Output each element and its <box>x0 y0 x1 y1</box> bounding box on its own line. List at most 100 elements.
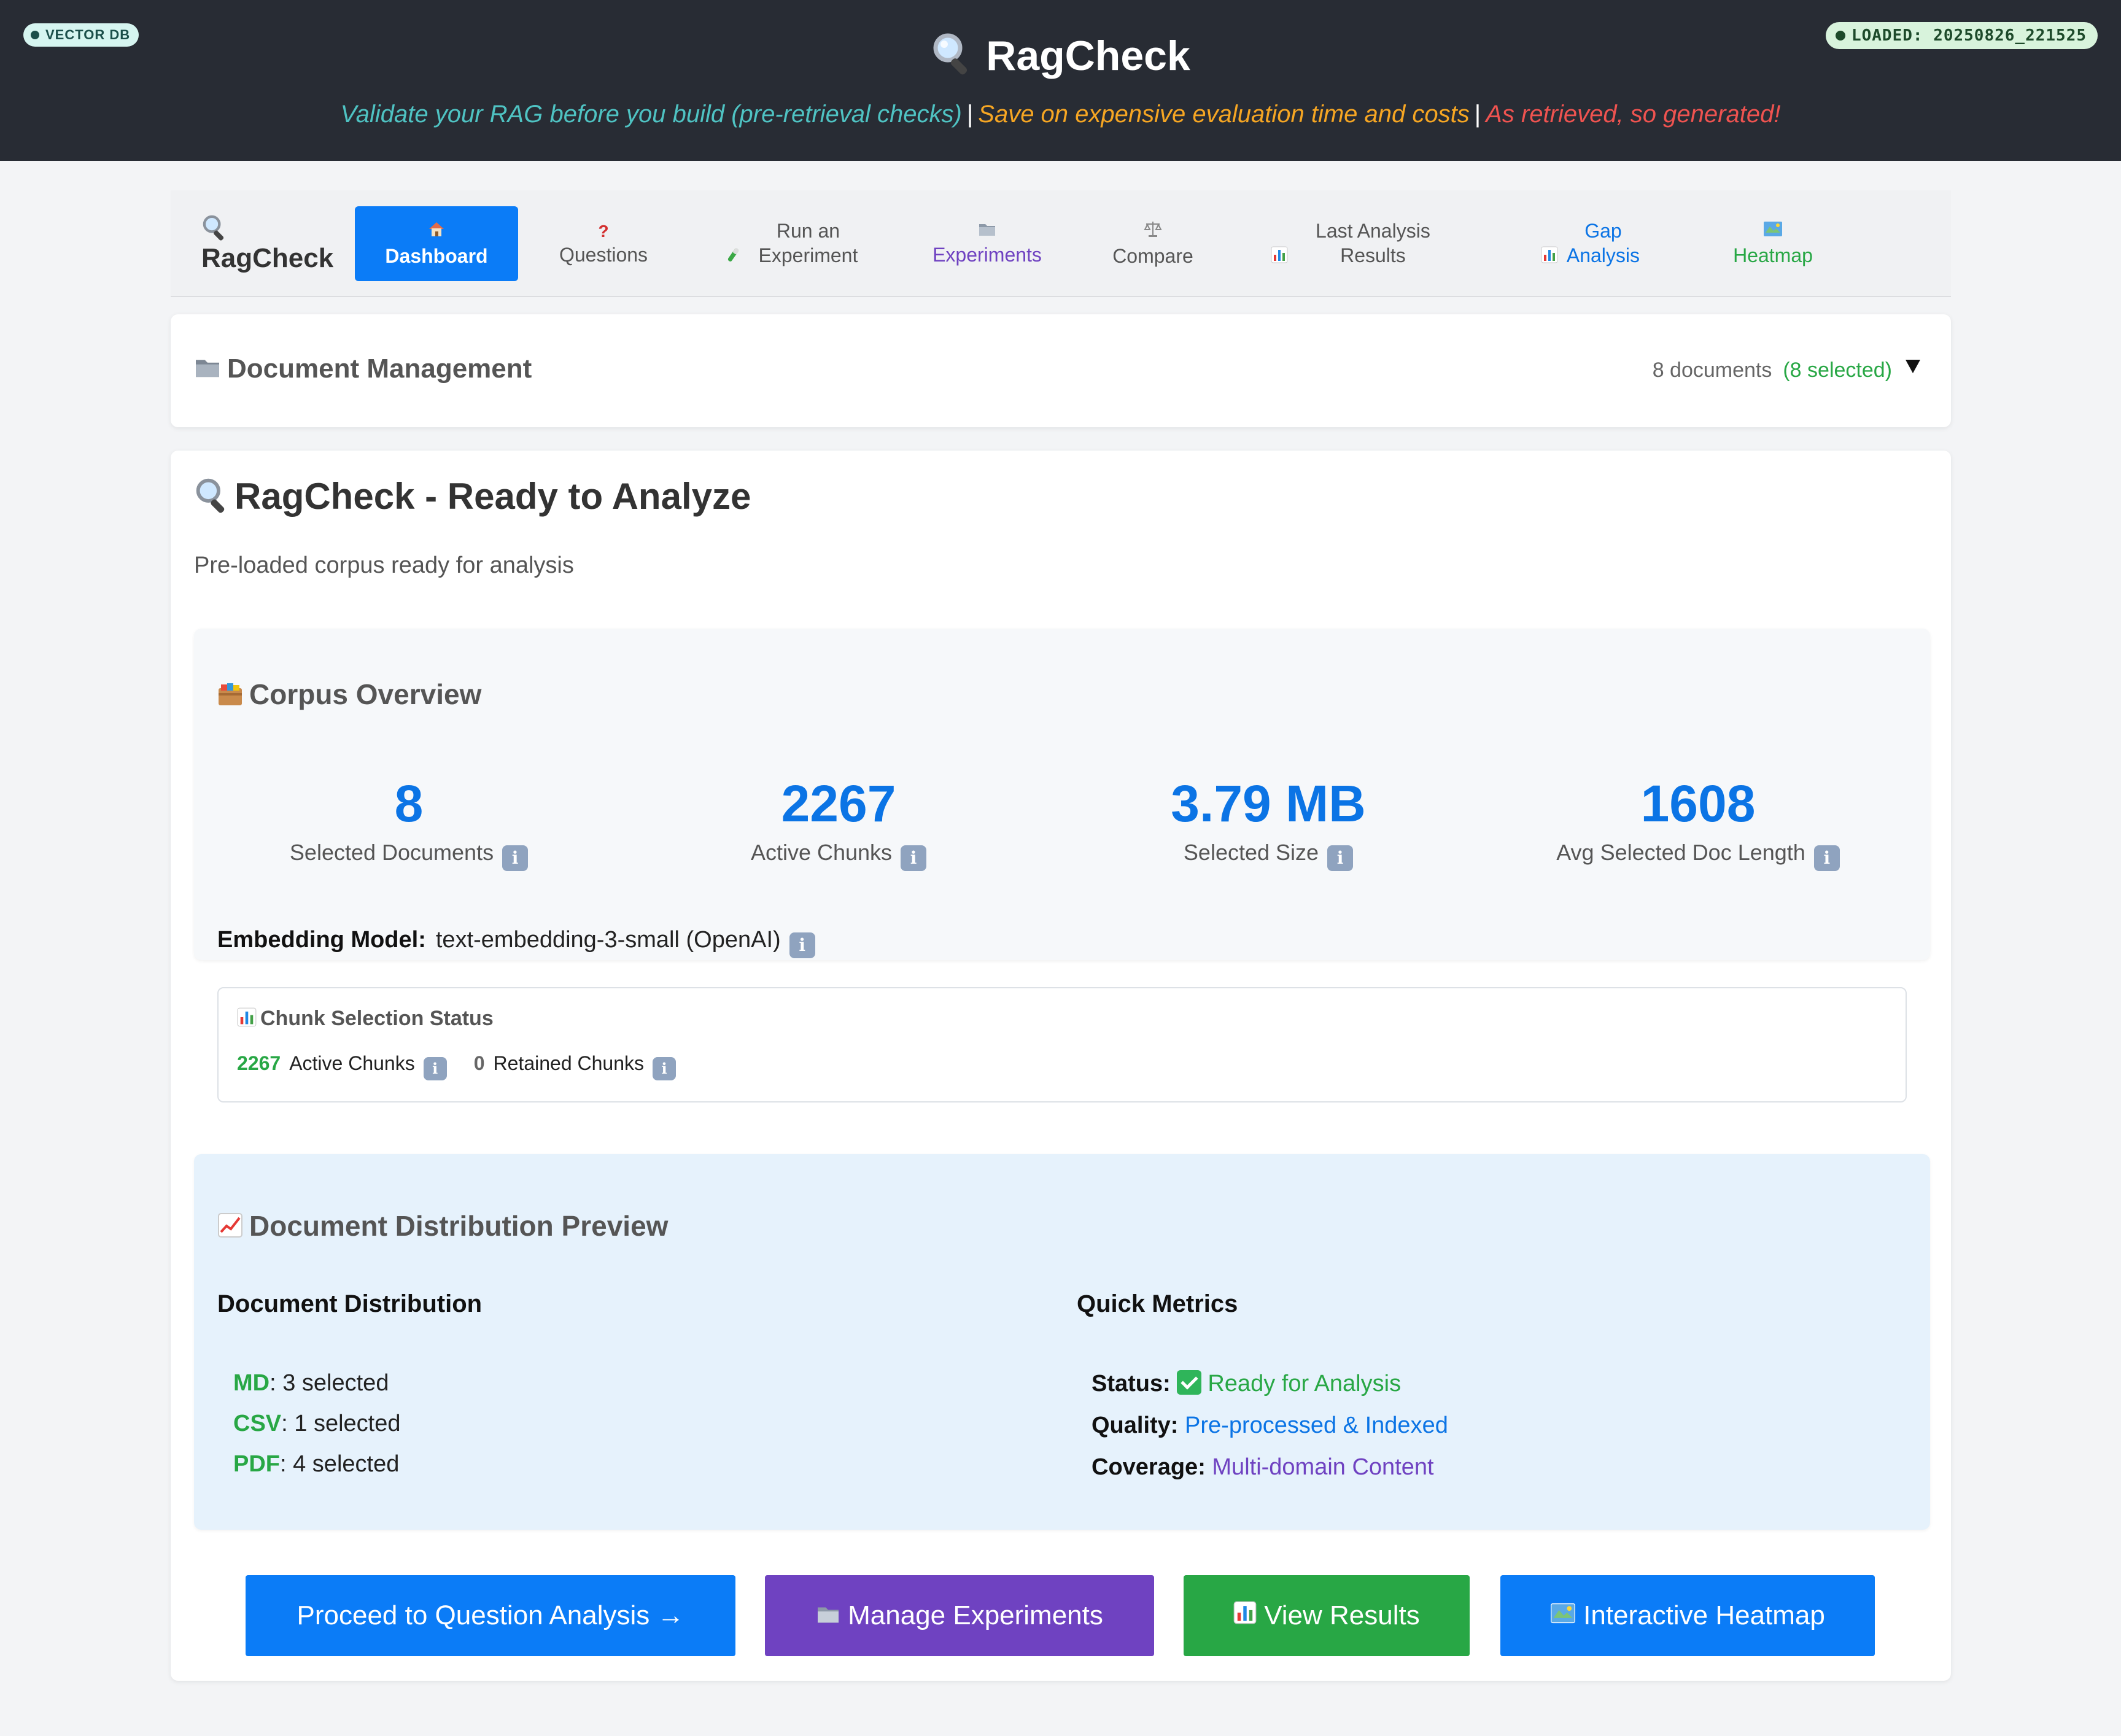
active-chunks-label: Active Chunks <box>289 1052 415 1074</box>
stat-label-text: Selected Documents <box>289 840 494 865</box>
metric-status-label: Status: <box>1092 1371 1171 1397</box>
tagline-part3: As retrieved, so generated! <box>1486 101 1781 128</box>
info-icon[interactable]: i <box>653 1057 676 1080</box>
expand-toggle-icon[interactable] <box>1899 352 1926 379</box>
nav-dashboard[interactable]: Dashboard <box>355 206 518 281</box>
bar-chart-icon <box>1541 244 1558 269</box>
check-mark-icon <box>1177 1370 1202 1395</box>
info-icon[interactable]: i <box>1813 845 1840 871</box>
app-header: VECTOR DB RagCheck LOADED: 20250826_2215… <box>0 0 2121 161</box>
document-distribution-heading: Document Distribution <box>217 1290 483 1317</box>
document-type-list: MD: 3 selected CSV: 1 selected PDF: 4 se… <box>233 1363 400 1484</box>
list-item: Quality: Pre-processed & Indexed <box>1092 1405 1448 1446</box>
embedding-model-value: text-embedding-3-small (OpenAI) <box>435 927 781 953</box>
tagline-part1: Validate your RAG before you build (pre-… <box>340 101 962 128</box>
nav-run-experiment-text: Run an Experiment <box>758 219 858 266</box>
list-item: Status: Ready for Analysis <box>1092 1363 1448 1405</box>
stat-value: 8 <box>394 775 424 832</box>
corpus-overview: Corpus Overview 8 Selected Documents i 22… <box>194 629 1930 1102</box>
embedding-model-label: Embedding Model: <box>217 927 426 953</box>
list-item: Coverage: Multi-domain Content <box>1092 1446 1448 1488</box>
nav-experiments[interactable]: Experiments <box>907 206 1067 281</box>
doc-type-md: MD <box>233 1370 270 1396</box>
manage-experiments-label: Manage Experiments <box>848 1600 1103 1630</box>
list-item: CSV: 1 selected <box>233 1403 400 1444</box>
stat-label: Selected Size i <box>1053 840 1483 871</box>
loaded-badge-label: LOADED: 20250826_221525 <box>1851 26 2087 45</box>
stat-avg-doc-length: 1608 Avg Selected Doc Length i <box>1483 776 1913 871</box>
distribution-preview-title: Document Distribution Preview <box>217 1209 668 1245</box>
nav-last-analysis-label: Last Analysis Results <box>1271 219 1453 269</box>
app-title: RagCheck <box>0 31 2121 85</box>
document-management-title-text: Document Management <box>227 354 532 384</box>
tagline-separator: | <box>966 101 974 128</box>
metric-quality-label: Quality: <box>1092 1412 1179 1438</box>
bar-chart-icon <box>237 1007 257 1033</box>
status-dot-icon <box>1835 31 1845 41</box>
main-title-text: RagCheck - Ready to Analyze <box>235 476 751 517</box>
chunk-selection-status: Chunk Selection Status 2267 Active Chunks… <box>217 987 1907 1102</box>
nav-last-analysis[interactable]: Last Analysis Results <box>1239 206 1484 281</box>
document-distribution-preview: Document Distribution Preview Document D… <box>194 1154 1930 1530</box>
scales-icon <box>1143 220 1163 244</box>
metric-status-value: Ready for Analysis <box>1208 1371 1402 1397</box>
info-icon[interactable]: i <box>1327 845 1354 871</box>
view-results-button[interactable]: View Results <box>1184 1575 1470 1656</box>
stat-selected-size: 3.79 MB Selected Size i <box>1053 776 1483 871</box>
manage-experiments-button[interactable]: Manage Experiments <box>765 1575 1154 1656</box>
nav-compare[interactable]: Compare <box>1085 206 1220 281</box>
main-title: RagCheck - Ready to Analyze <box>194 475 751 522</box>
stat-label-text: Selected Size <box>1183 840 1319 865</box>
doc-type-csv: CSV <box>233 1411 282 1436</box>
chunk-selection-title: Chunk Selection Status <box>237 1007 494 1033</box>
top-nav: RagCheck Dashboard ? Questions Run an Ex… <box>171 190 1951 297</box>
document-selected-count: (8 selected) <box>1783 358 1892 382</box>
info-icon[interactable]: i <box>901 845 927 871</box>
nav-gap-analysis[interactable]: Gap Analysis <box>1515 206 1669 281</box>
app-title-text: RagCheck <box>986 33 1190 79</box>
corpus-overview-title-text: Corpus Overview <box>249 678 482 710</box>
proceed-to-question-analysis-button[interactable]: Proceed to Question Analysis → <box>246 1575 735 1656</box>
corpus-overview-title: Corpus Overview <box>217 678 481 713</box>
document-management-title: Document Management <box>194 354 532 386</box>
nav-run-experiment-label: Run an Experiment <box>724 219 870 269</box>
list-item: MD: 3 selected <box>233 1363 400 1403</box>
folder-icon <box>978 220 996 242</box>
chunk-counts: 2267 Active Chunks i 0 Retained Chunks i <box>237 1052 676 1080</box>
active-chunks-count: 2267 <box>237 1052 281 1074</box>
quick-metrics-list: Status: Ready for Analysis Quality: Pre-… <box>1092 1363 1448 1488</box>
document-count-text: 8 documents <box>1652 358 1772 382</box>
nav-heatmap-label: Heatmap <box>1733 244 1813 266</box>
interactive-heatmap-button[interactable]: Interactive Heatmap <box>1500 1575 1875 1656</box>
magnifier-icon <box>201 214 349 241</box>
bar-chart-icon <box>1271 244 1288 269</box>
proceed-button-label: Proceed to Question Analysis → <box>297 1600 684 1630</box>
main-subtitle: Pre-loaded corpus ready for analysis <box>194 552 574 578</box>
nav-gap-analysis-label: Gap Analysis <box>1541 219 1643 269</box>
info-icon[interactable]: i <box>789 932 815 958</box>
nav-heatmap[interactable]: Heatmap <box>1699 206 1847 281</box>
nav-run-experiment[interactable]: Run an Experiment <box>705 206 889 281</box>
doc-type-csv-count: : 1 selected <box>281 1411 401 1436</box>
map-icon <box>1550 1600 1576 1631</box>
info-icon[interactable]: i <box>502 845 529 871</box>
info-icon[interactable]: i <box>423 1057 447 1080</box>
stat-selected-documents: 8 Selected Documents i <box>194 776 624 871</box>
stat-value: 2267 <box>781 775 896 832</box>
document-management-card[interactable]: Document Management 8 documents (8 select… <box>171 314 1951 427</box>
chunk-selection-title-text: Chunk Selection Status <box>260 1007 494 1030</box>
bar-chart-icon <box>1233 1600 1257 1631</box>
magnifier-icon <box>931 31 975 85</box>
loaded-badge: LOADED: 20250826_221525 <box>1825 22 2098 49</box>
stat-label: Avg Selected Doc Length i <box>1483 840 1913 871</box>
metric-coverage-value: Multi-domain Content <box>1212 1454 1434 1480</box>
nav-questions[interactable]: ? Questions <box>533 206 674 281</box>
stat-value: 1608 <box>1640 775 1756 832</box>
test-tube-icon <box>724 244 742 269</box>
quick-metrics-heading: Quick Metrics <box>1077 1290 1238 1317</box>
stat-value: 3.79 MB <box>1171 775 1366 832</box>
nav-brand[interactable]: RagCheck <box>201 214 349 274</box>
view-results-label: View Results <box>1264 1600 1420 1630</box>
stat-active-chunks: 2267 Active Chunks i <box>624 776 1053 871</box>
nav-last-analysis-text: Last Analysis Results <box>1316 219 1430 266</box>
